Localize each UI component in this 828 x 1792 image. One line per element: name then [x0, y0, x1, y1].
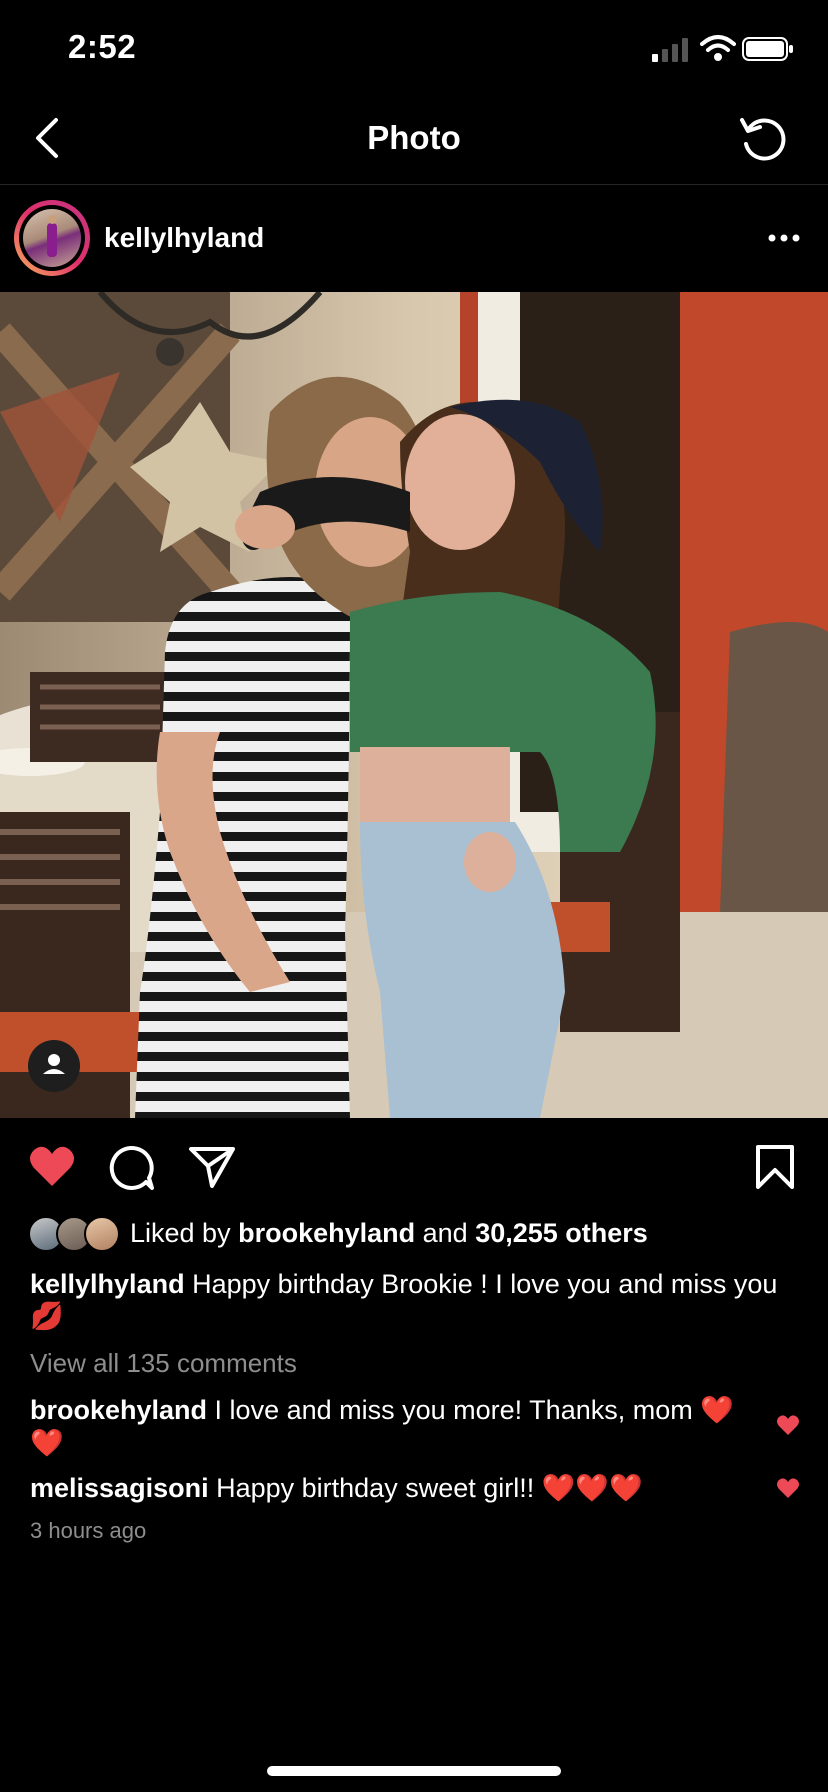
- comment-like-heart-icon[interactable]: [776, 1477, 800, 1499]
- comment-item: brookehyland I love and miss you more! T…: [30, 1394, 750, 1460]
- home-indicator[interactable]: [267, 1766, 561, 1776]
- wifi-icon: [700, 35, 736, 61]
- share-icon[interactable]: [188, 1146, 236, 1188]
- bookmark-icon[interactable]: [754, 1144, 796, 1190]
- refresh-icon[interactable]: [736, 112, 788, 164]
- battery-icon: [742, 37, 793, 61]
- heart-icon[interactable]: [28, 1144, 76, 1188]
- nav-divider: [0, 184, 828, 185]
- caption-username[interactable]: kellylhyland: [30, 1269, 185, 1299]
- comment-username[interactable]: brookehyland: [30, 1395, 207, 1425]
- likes-others[interactable]: 30,255 others: [475, 1218, 648, 1248]
- status-time: 2:52: [68, 28, 137, 65]
- likes-prefix: Liked by: [130, 1218, 231, 1248]
- user-tag-icon: [43, 1054, 65, 1074]
- page-title: Photo: [367, 119, 461, 156]
- view-all-comments-link[interactable]: View all 135 comments: [30, 1348, 297, 1379]
- comment-item: melissagisoni Happy birthday sweet girl!…: [30, 1472, 750, 1505]
- signal-icon: [652, 38, 688, 62]
- likes-connector: and: [422, 1218, 468, 1248]
- comment-username[interactable]: melissagisoni: [30, 1473, 209, 1503]
- post-timestamp: 3 hours ago: [30, 1518, 147, 1543]
- user-tag-button[interactable]: [28, 1040, 80, 1092]
- comment-icon[interactable]: [108, 1144, 156, 1192]
- author-username[interactable]: kellylhyland: [104, 222, 264, 254]
- comment-like-heart-icon[interactable]: [776, 1414, 800, 1436]
- comment-text: Happy birthday sweet girl!! ❤️❤️❤️: [216, 1473, 643, 1503]
- liker-username[interactable]: brookehyland: [238, 1218, 415, 1248]
- avatar[interactable]: [23, 209, 81, 267]
- photo-scene: [0, 292, 828, 1118]
- liker-avatar[interactable]: [84, 1216, 120, 1252]
- more-icon[interactable]: [764, 224, 804, 252]
- likes-summary[interactable]: Liked by brookehyland and 30,255 others: [130, 1218, 648, 1249]
- post-caption: kellylhyland Happy birthday Brookie ! I …: [30, 1268, 800, 1332]
- post-photo[interactable]: [0, 292, 828, 1118]
